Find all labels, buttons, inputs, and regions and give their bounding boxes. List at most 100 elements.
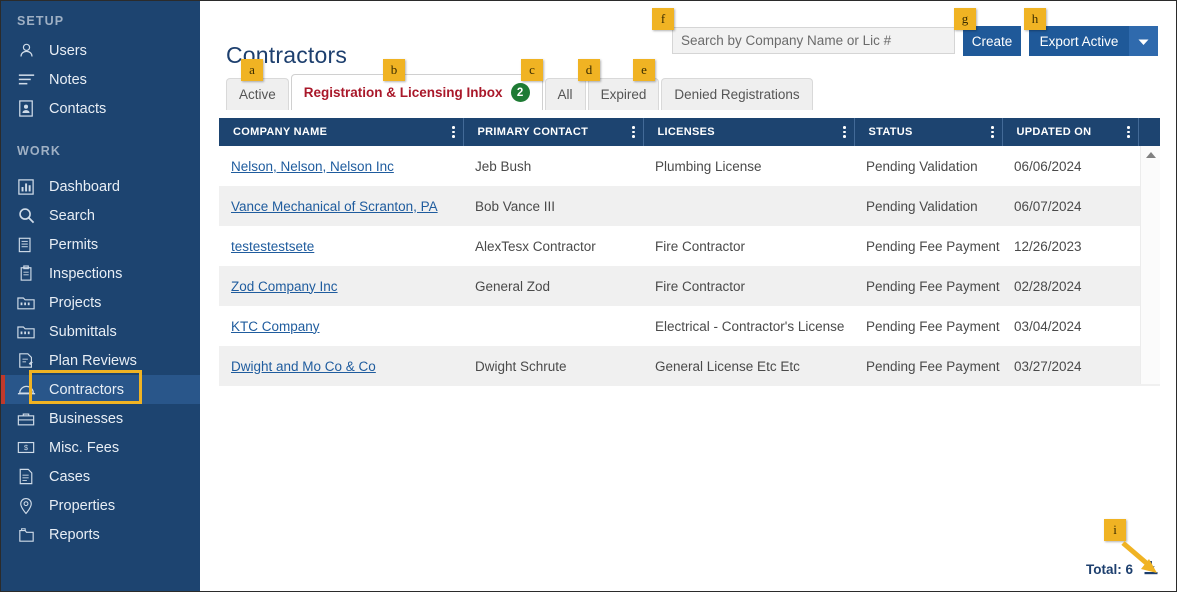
cell-updated-on: 02/28/2024 xyxy=(1002,266,1138,306)
cell-updated-on: 12/26/2023 xyxy=(1014,238,1082,254)
cell-licenses: Fire Contractor xyxy=(655,238,746,254)
export-dropdown-button[interactable] xyxy=(1129,26,1158,56)
sidebar-item-submittals[interactable]: Submittals xyxy=(1,317,200,346)
sidebar-item-plan-reviews[interactable]: Plan Reviews xyxy=(1,346,200,375)
svg-text:$: $ xyxy=(24,443,28,452)
table-body: Nelson, Nelson, Nelson Inc Jeb Bush Plum… xyxy=(219,146,1160,386)
briefcase-icon xyxy=(15,410,37,428)
kebab-menu-icon[interactable] xyxy=(843,126,846,138)
sidebar-item-reports[interactable]: Reports xyxy=(1,520,200,549)
contractors-table-container: COMPANY NAME PRIMARY CONTACT LICENSES ST… xyxy=(219,118,1160,386)
company-link[interactable]: Zod Company Inc xyxy=(231,279,338,294)
sidebar-item-label: Properties xyxy=(49,497,116,514)
column-header-licenses[interactable]: LICENSES xyxy=(643,118,855,146)
column-label: COMPANY NAME xyxy=(233,126,328,138)
table-row[interactable]: KTC Company Electrical - Contractor's Li… xyxy=(219,306,1160,346)
cell-company-name: Zod Company Inc xyxy=(219,266,463,306)
sidebar-item-contacts[interactable]: Contacts xyxy=(1,94,200,123)
table-row[interactable]: Vance Mechanical of Scranton, PA Bob Van… xyxy=(219,186,1160,226)
tab-label: Active xyxy=(239,87,276,102)
contractors-table: COMPANY NAME PRIMARY CONTACT LICENSES ST… xyxy=(219,118,1160,386)
sidebar-item-contractors[interactable]: Contractors xyxy=(1,375,200,404)
tab-registration-licensing-inbox[interactable]: Registration & Licensing Inbox 2 xyxy=(290,74,543,110)
company-link[interactable]: testestestsete xyxy=(231,239,314,254)
company-link[interactable]: Nelson, Nelson, Nelson Inc xyxy=(231,159,394,174)
tab-denied-registrations[interactable]: Denied Registrations xyxy=(661,78,813,110)
column-header-company-name[interactable]: COMPANY NAME xyxy=(219,118,464,146)
annotation-marker-e: e xyxy=(633,59,655,81)
sidebar-item-search[interactable]: Search xyxy=(1,201,200,230)
cell-primary-contact: Bob Vance III xyxy=(463,186,643,226)
cell-updated-on: 06/07/2024 xyxy=(1002,186,1138,226)
annotation-marker-f: f xyxy=(652,8,674,30)
kebab-menu-icon[interactable] xyxy=(452,126,455,138)
sidebar-item-inspections[interactable]: Inspections xyxy=(1,259,200,288)
create-button[interactable]: Create xyxy=(963,26,1021,56)
column-header-updated-on[interactable]: UPDATED ON xyxy=(1002,118,1139,146)
inspections-icon xyxy=(15,265,37,283)
sidebar-item-notes[interactable]: Notes xyxy=(1,65,200,94)
table-row[interactable]: testestestsete AlexTesx Contractor Fire … xyxy=(219,226,1160,266)
sidebar-item-label: Inspections xyxy=(49,265,123,282)
cell-primary-contact: General Zod xyxy=(463,266,643,306)
table-row[interactable]: Nelson, Nelson, Nelson Inc Jeb Bush Plum… xyxy=(219,146,1160,186)
cell-status: Pending Fee Payment xyxy=(866,238,1000,254)
dashboard-icon xyxy=(15,178,37,196)
projects-icon xyxy=(15,294,37,312)
tab-active[interactable]: Active xyxy=(226,78,289,110)
sidebar-item-projects[interactable]: Projects xyxy=(1,288,200,317)
kebab-menu-icon[interactable] xyxy=(1127,126,1130,138)
company-link[interactable]: Dwight and Mo Co & Co xyxy=(231,359,376,374)
cell-company-name: KTC Company xyxy=(219,306,463,346)
cell-updated-on: 03/27/2024 xyxy=(1002,346,1138,386)
sidebar-item-businesses[interactable]: Businesses xyxy=(1,404,200,433)
kebab-menu-icon[interactable] xyxy=(632,126,635,138)
sidebar-item-dashboard[interactable]: Dashboard xyxy=(1,172,200,201)
search-input[interactable] xyxy=(672,27,955,54)
column-header-spacer xyxy=(1138,118,1160,146)
user-icon xyxy=(15,42,37,60)
company-link[interactable]: KTC Company xyxy=(231,319,320,334)
submittals-icon xyxy=(15,323,37,341)
permits-icon xyxy=(15,236,37,254)
cell-status: Pending Fee Payment xyxy=(854,346,1002,386)
sidebar-item-properties[interactable]: Properties xyxy=(1,491,200,520)
sidebar: SETUP Users Notes Contacts WORK Dashboar xyxy=(1,1,200,591)
cell-primary-contact: AlexTesx Contractor xyxy=(475,238,596,254)
scroll-up-arrow-icon[interactable] xyxy=(1146,152,1156,158)
export-button-group: Export Active xyxy=(1029,26,1158,56)
tab-all[interactable]: All xyxy=(544,78,586,110)
sidebar-item-permits[interactable]: Permits xyxy=(1,230,200,259)
tab-badge-count: 2 xyxy=(510,83,530,102)
money-icon: $ xyxy=(15,439,37,457)
sidebar-item-label: Users xyxy=(49,42,87,59)
export-active-button[interactable]: Export Active xyxy=(1029,26,1129,56)
cell-updated-on: 03/04/2024 xyxy=(1014,318,1082,334)
table-scrollbar[interactable] xyxy=(1140,146,1160,384)
sidebar-item-misc-fees[interactable]: $ Misc. Fees xyxy=(1,433,200,462)
company-link[interactable]: Vance Mechanical of Scranton, PA xyxy=(231,199,438,214)
sidebar-section-setup: SETUP xyxy=(17,14,65,28)
notes-icon xyxy=(15,71,37,89)
sidebar-item-label: Dashboard xyxy=(49,178,120,195)
annotation-marker-a: a xyxy=(241,59,263,81)
cell-company-name: Dwight and Mo Co & Co xyxy=(219,346,463,386)
table-row[interactable]: Dwight and Mo Co & Co Dwight Schrute Gen… xyxy=(219,346,1160,386)
cell-company-name: testestestsete xyxy=(219,226,463,266)
sidebar-item-label: Notes xyxy=(49,71,87,88)
reports-icon xyxy=(15,526,37,544)
annotation-marker-d: d xyxy=(578,59,600,81)
kebab-menu-icon[interactable] xyxy=(991,126,994,138)
column-header-status[interactable]: STATUS xyxy=(854,118,1003,146)
tab-expired[interactable]: Expired xyxy=(587,78,660,110)
contacts-icon xyxy=(15,100,37,118)
column-header-primary-contact[interactable]: PRIMARY CONTACT xyxy=(463,118,644,146)
cell-primary-contact: Jeb Bush xyxy=(475,158,532,174)
sidebar-item-users[interactable]: Users xyxy=(1,36,200,65)
cell-licenses xyxy=(643,186,854,226)
sidebar-item-cases[interactable]: Cases xyxy=(1,462,200,491)
cell-primary-contact: Dwight Schrute xyxy=(463,346,643,386)
sidebar-item-label: Permits xyxy=(49,236,99,253)
sidebar-item-label: Projects xyxy=(49,294,102,311)
table-row[interactable]: Zod Company Inc General Zod Fire Contrac… xyxy=(219,266,1160,306)
